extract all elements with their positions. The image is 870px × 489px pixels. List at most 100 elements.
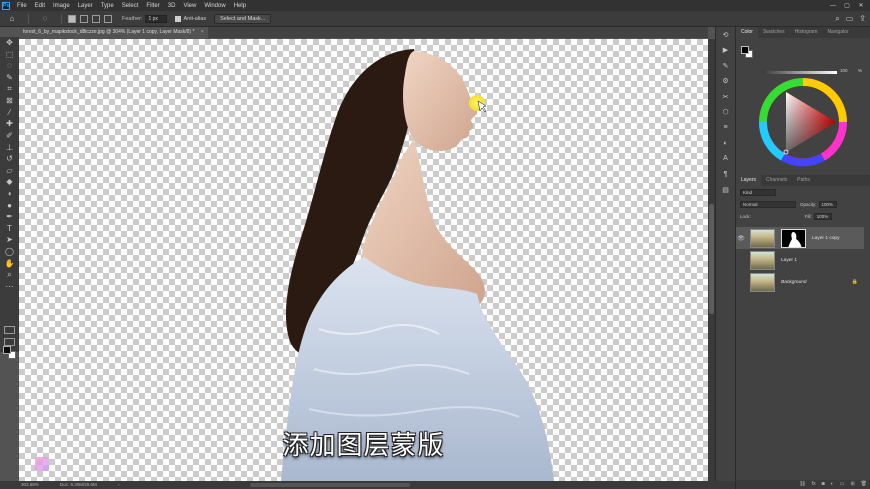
menu-type[interactable]: Type: [97, 3, 118, 9]
layers-panel: Layers Channels Paths Kind Normal Opacit…: [736, 175, 870, 489]
subtract-from-selection-icon[interactable]: [92, 14, 100, 23]
layer-row-layer-1-copy[interactable]: 👁 Layer 1 copy: [736, 227, 864, 249]
color-fg-swatch[interactable]: [741, 46, 749, 54]
adjustments-icon[interactable]: ⚙: [716, 74, 735, 90]
eye-icon[interactable]: 👁: [736, 235, 746, 242]
layer-name: Background: [781, 279, 807, 285]
add-to-selection-icon[interactable]: [80, 14, 88, 23]
intersect-selection-icon[interactable]: [104, 14, 112, 23]
path-selection-tool-icon[interactable]: ➤: [0, 234, 19, 246]
menu-select[interactable]: Select: [118, 3, 143, 9]
kind-filter-dropdown[interactable]: Kind: [740, 188, 776, 196]
photoshop-logo-icon[interactable]: Ps: [2, 1, 10, 10]
3d-icon[interactable]: ⬡: [716, 105, 735, 121]
blend-mode-dropdown[interactable]: Normal: [740, 200, 796, 208]
history-icon[interactable]: ⟲: [716, 27, 735, 43]
zoom-tool-icon[interactable]: ⌕: [0, 269, 19, 281]
menu-3d[interactable]: 3D: [164, 3, 180, 9]
paragraph-icon[interactable]: ¶: [716, 167, 735, 183]
delete-layer-icon[interactable]: 🗑: [861, 480, 867, 489]
screen-mode-icon[interactable]: [4, 338, 15, 346]
tab-swatches[interactable]: Swatches: [758, 27, 790, 38]
zoom-level[interactable]: 303.68%: [21, 481, 39, 489]
lasso-tool-icon[interactable]: ◌: [0, 60, 19, 72]
eraser-tool-icon[interactable]: ▱: [0, 165, 19, 177]
home-icon[interactable]: ⌂: [6, 14, 18, 23]
document-tab[interactable]: forest_6_by_mapikstock_d8iczze.jpg @ 304…: [19, 27, 208, 38]
group-icon[interactable]: ▭: [840, 480, 845, 489]
paint-bucket-tool-icon[interactable]: ◆: [0, 176, 19, 188]
vertical-scrollbar[interactable]: [708, 39, 715, 481]
fill-input[interactable]: 100%: [813, 212, 832, 220]
scrollbar-thumb[interactable]: [709, 204, 714, 314]
opacity-input[interactable]: 100%: [818, 200, 837, 208]
close-tab-icon[interactable]: ×: [201, 29, 204, 35]
close-button[interactable]: ✕: [854, 2, 868, 9]
anti-alias-checkbox[interactable]: [175, 15, 182, 22]
brush-settings-icon[interactable]: ✎: [716, 58, 735, 74]
menu-file[interactable]: File: [13, 3, 31, 9]
select-and-mask-button[interactable]: Select and Mask...: [214, 13, 272, 24]
status-menu-arrow[interactable]: ›: [118, 481, 120, 489]
search-icon[interactable]: ⌕: [835, 14, 839, 24]
menu-help[interactable]: Help: [230, 3, 250, 9]
frame-tool-icon[interactable]: ⊠: [0, 95, 19, 107]
color-wheel[interactable]: [736, 72, 870, 172]
quick-mask-icon[interactable]: [4, 326, 15, 334]
canvas[interactable]: 添加图层蒙版: [19, 39, 708, 481]
type-tool-icon[interactable]: T: [0, 223, 19, 235]
fx-icon[interactable]: fx: [812, 480, 816, 489]
workspace-icon[interactable]: ▭: [846, 14, 854, 24]
marquee-tool-icon[interactable]: ⬚: [0, 49, 19, 61]
ellipse-tool-icon[interactable]: ◯: [0, 246, 19, 258]
foreground-color-swatch[interactable]: [3, 346, 11, 354]
eyedropper-tool-icon[interactable]: ⁄: [0, 107, 19, 119]
healing-brush-tool-icon[interactable]: ✚: [0, 118, 19, 130]
pen-tool-icon[interactable]: ✒: [0, 211, 19, 223]
blur-tool-icon[interactable]: ◖: [0, 188, 19, 200]
tab-paths[interactable]: Paths: [792, 175, 815, 186]
new-selection-icon[interactable]: [68, 14, 76, 23]
share-icon[interactable]: ⇪: [859, 14, 866, 24]
quick-select-tool-icon[interactable]: ✎: [0, 72, 19, 84]
maximize-button[interactable]: ▢: [840, 2, 854, 9]
properties-icon[interactable]: ≡: [716, 120, 735, 136]
more-tools-icon[interactable]: ⋯: [0, 280, 19, 292]
menu-filter[interactable]: Filter: [142, 3, 163, 9]
color-swatches[interactable]: [3, 346, 17, 360]
tool-presets-icon[interactable]: ✂: [716, 89, 735, 105]
new-layer-icon[interactable]: ⊞: [850, 480, 854, 489]
actions-play-icon[interactable]: ▶: [716, 43, 735, 59]
add-mask-icon[interactable]: ◙: [822, 480, 825, 489]
crop-tool-icon[interactable]: ⌗: [0, 83, 19, 95]
menu-layer[interactable]: Layer: [74, 3, 97, 9]
tab-color[interactable]: Color: [736, 27, 758, 38]
adjustment-layer-icon[interactable]: ◐: [831, 480, 834, 489]
tab-navigator[interactable]: Navigator: [822, 27, 853, 38]
feather-input[interactable]: 1 px: [145, 14, 168, 23]
character-icon[interactable]: A: [716, 151, 735, 167]
menu-image[interactable]: Image: [49, 3, 74, 9]
menu-view[interactable]: View: [179, 3, 200, 9]
styles-icon[interactable]: ◐: [716, 136, 735, 152]
menu-edit[interactable]: Edit: [31, 3, 49, 9]
tab-layers[interactable]: Layers: [736, 175, 762, 186]
link-layers-icon[interactable]: ⛓: [799, 480, 805, 489]
menu-window[interactable]: Window: [200, 3, 229, 9]
history-brush-tool-icon[interactable]: ↺: [0, 153, 19, 165]
minimize-button[interactable]: —: [826, 3, 840, 9]
clone-stamp-tool-icon[interactable]: ⊥: [0, 141, 19, 153]
layer-mask-thumbnail[interactable]: [781, 228, 806, 248]
lasso-preset-icon[interactable]: ◌: [39, 14, 51, 23]
move-tool-icon[interactable]: ✥: [0, 37, 19, 49]
dodge-tool-icon[interactable]: ●: [0, 199, 19, 211]
libraries-icon[interactable]: ▤: [716, 182, 735, 198]
horizontal-scrollbar[interactable]: [250, 483, 410, 487]
hand-tool-icon[interactable]: ✋: [0, 257, 19, 269]
layer-row-background[interactable]: Background 🔒: [736, 271, 864, 293]
tab-channels[interactable]: Channels: [761, 175, 792, 186]
tab-histogram[interactable]: Histogram: [790, 27, 823, 38]
layer-row-layer-1[interactable]: Layer 1: [736, 249, 864, 271]
collapsed-panels-column: ⟲ ▶ ✎ ⚙ ✂ ⬡ ≡ ◐ A ¶ ▤: [715, 27, 735, 481]
brush-tool-icon[interactable]: ✐: [0, 130, 19, 142]
